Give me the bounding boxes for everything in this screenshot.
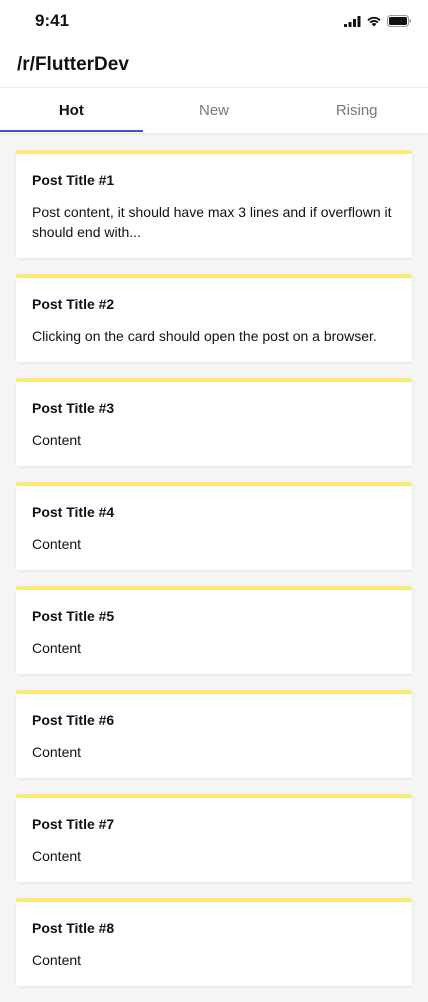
status-icons [344,14,412,28]
post-content: Content [32,536,82,552]
battery-icon [387,15,411,27]
post-title: Post Title #6 [32,712,115,728]
post-card[interactable]: Post Title #8 Content [16,898,412,986]
cellular-signal-icon [344,15,361,27]
post-title: Post Title #8 [32,920,115,936]
post-card[interactable]: Post Title #5 Content [16,586,412,674]
post-card[interactable]: Post Title #4 Content [16,482,412,570]
post-content: Content [32,744,82,760]
post-title: Post Title #4 [32,504,115,520]
active-tab-indicator [0,130,143,132]
post-title: Post Title #7 [32,816,115,832]
post-title: Post Title #1 [32,172,115,188]
status-bar: 9:41 [0,0,428,44]
post-content: Post content, it should have max 3 lines… [32,204,392,240]
tab-new[interactable]: New [143,88,286,133]
tab-rising[interactable]: Rising [285,88,428,133]
status-time: 9:41 [35,11,70,30]
post-content: Content [32,432,82,448]
post-card[interactable]: Post Title #7 Content [16,794,412,882]
post-title: Post Title #5 [32,608,115,624]
post-card[interactable]: Post Title #6 Content [16,690,412,778]
post-card[interactable]: Post Title #1 Post content, it should ha… [16,150,412,258]
post-title: Post Title #2 [32,296,115,312]
post-card[interactable]: Post Title #3 Content [16,378,412,466]
post-content: Clicking on the card should open the pos… [32,328,377,344]
post-title: Post Title #3 [32,400,115,416]
post-content: Content [32,848,82,864]
post-feed: Post Title #1 Post content, it should ha… [16,150,412,1002]
post-content: Content [32,952,82,968]
post-card[interactable]: Post Title #2 Clicking on the card shoul… [16,274,412,362]
tab-hot[interactable]: Hot [0,88,143,133]
tab-bar: Hot New Rising [0,88,428,133]
post-content: Content [32,640,82,656]
app-bar: /r/FlutterDev [0,44,428,88]
subreddit-title: /r/FlutterDev [17,54,129,75]
wifi-icon [367,16,381,27]
